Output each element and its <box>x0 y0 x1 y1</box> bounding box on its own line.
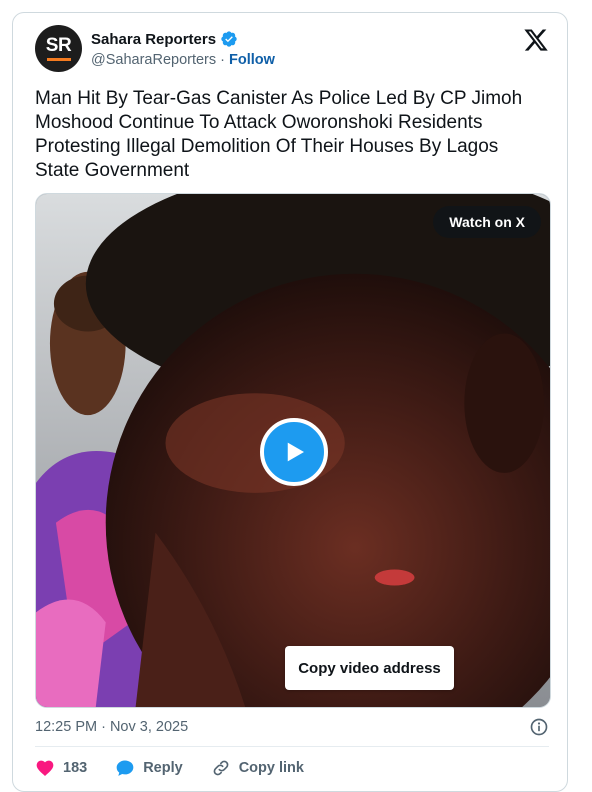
copy-link-label: Copy link <box>238 760 304 776</box>
verified-badge-icon <box>221 31 237 47</box>
info-icon[interactable] <box>529 717 549 737</box>
tweet-header: SR Sahara Reporters @SaharaReporters · F… <box>35 25 551 81</box>
tweet-text: Man Hit By Tear-Gas Canister As Police L… <box>35 88 523 181</box>
reply-button[interactable]: Reply <box>115 758 183 778</box>
tweet-card: SR Sahara Reporters @SaharaReporters · F… <box>12 12 568 792</box>
divider <box>35 746 549 747</box>
copy-link-button[interactable]: Copy link <box>211 758 304 778</box>
avatar-initials: SR <box>45 35 72 56</box>
action-bar: 183 Reply Copy link <box>35 757 332 779</box>
play-button[interactable] <box>260 418 328 486</box>
avatar[interactable]: SR <box>35 25 82 72</box>
like-button[interactable]: 183 <box>35 758 87 778</box>
timestamp[interactable]: 12:25 PM · Nov 3, 2025 <box>35 719 188 735</box>
author-handle[interactable]: @SaharaReporters <box>91 52 216 68</box>
reply-label: Reply <box>143 760 183 776</box>
heart-icon <box>36 760 54 776</box>
reply-icon <box>116 760 134 776</box>
tweet-meta: 12:25 PM · Nov 3, 2025 <box>35 717 549 737</box>
follow-button[interactable]: Follow <box>229 52 275 68</box>
video-player[interactable]: Watch on X Copy video address <box>35 193 551 708</box>
like-count: 183 <box>63 760 88 776</box>
handle-separator: · <box>220 52 225 68</box>
copy-video-address-menu-item[interactable]: Copy video address <box>285 646 454 690</box>
link-icon <box>213 760 229 776</box>
author-block: Sahara Reporters @SaharaReporters · Foll… <box>91 29 275 69</box>
x-logo-icon[interactable] <box>523 27 549 53</box>
play-icon <box>287 442 304 462</box>
author-name[interactable]: Sahara Reporters <box>91 31 216 48</box>
watch-on-x-button[interactable]: Watch on X <box>433 206 541 238</box>
avatar-accent-bar <box>46 58 71 61</box>
